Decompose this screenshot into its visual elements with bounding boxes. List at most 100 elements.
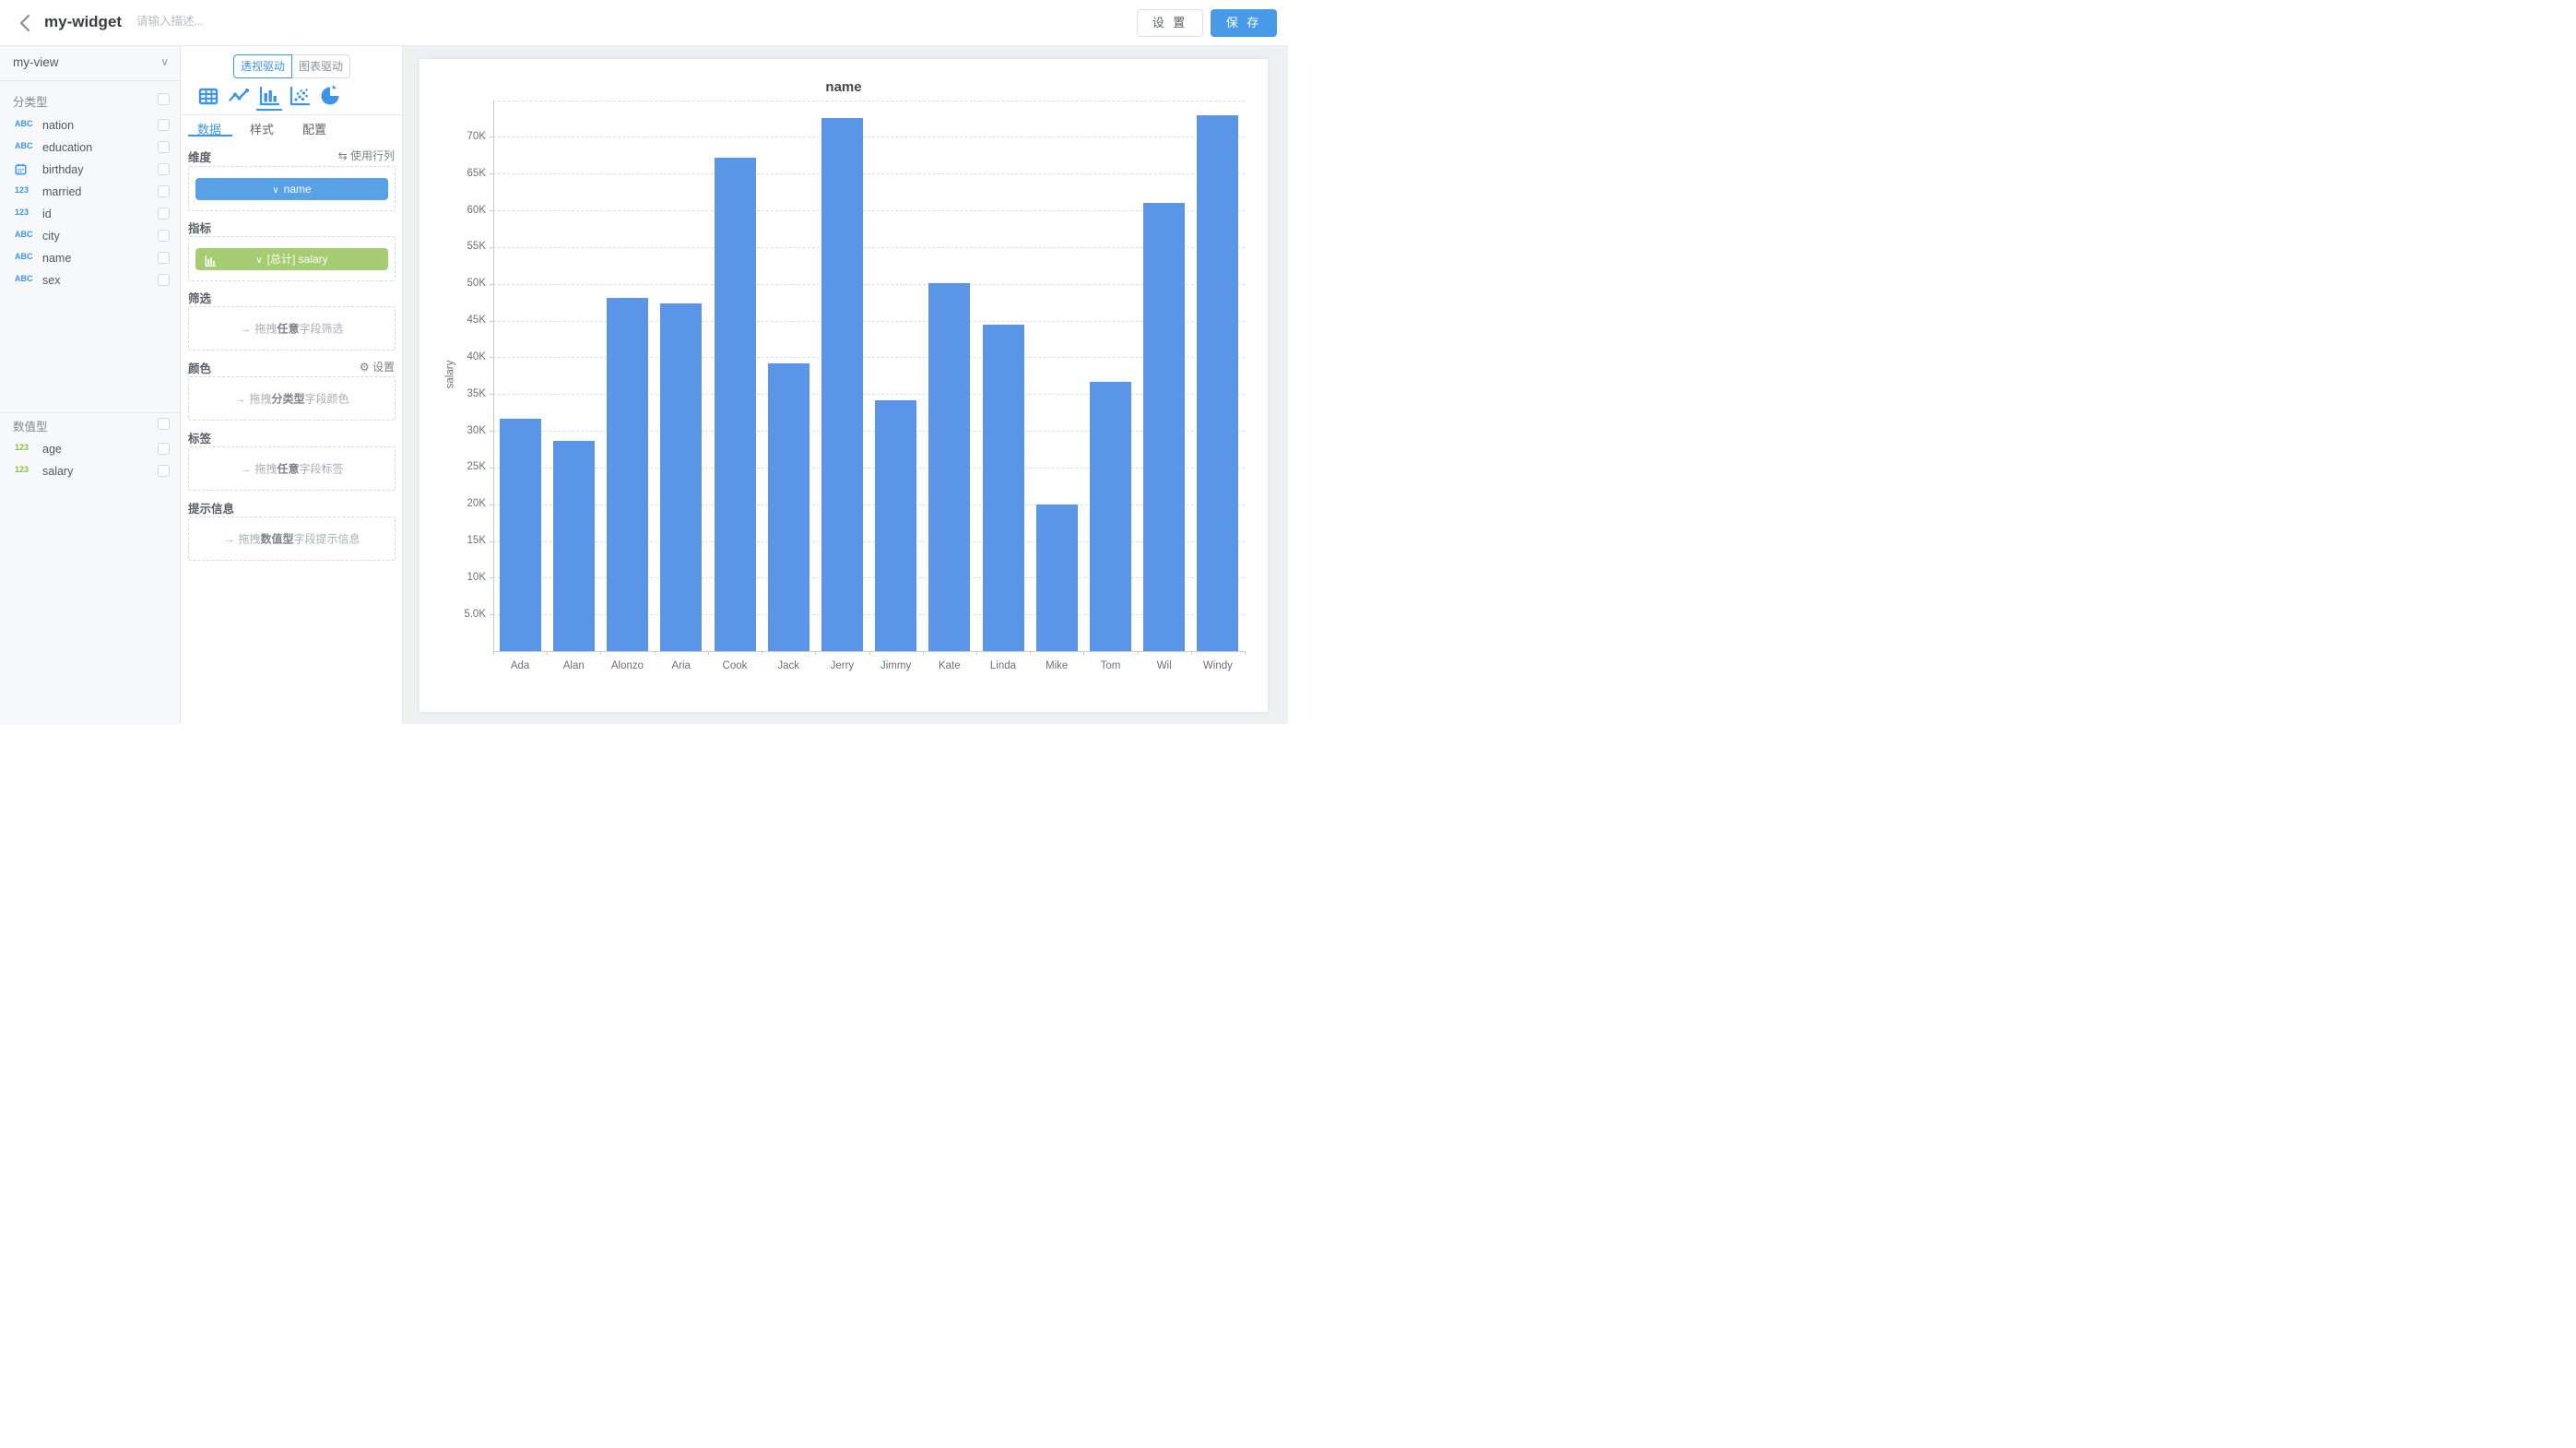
field-checkbox[interactable]: [158, 185, 170, 197]
x-axis-label: Kate: [923, 660, 976, 671]
field-name: name: [42, 252, 71, 265]
back-icon[interactable]: [15, 12, 37, 34]
metric-dropzone[interactable]: ∨[总计] salary: [188, 236, 396, 281]
bar-Jack[interactable]: [768, 363, 809, 651]
bar-Alonzo[interactable]: [607, 298, 648, 651]
y-tick: [490, 136, 493, 137]
mode-pivot-button[interactable]: 透视驱动: [233, 54, 292, 78]
bar-Ada[interactable]: [500, 419, 541, 652]
field-checkbox[interactable]: [158, 208, 170, 220]
field-checkbox[interactable]: [158, 230, 170, 242]
bar-Cook[interactable]: [715, 158, 756, 651]
y-axis-label: 15K: [449, 535, 486, 546]
field-checkbox[interactable]: [158, 443, 170, 455]
filter-dropzone[interactable]: →拖拽任意字段筛选: [188, 306, 396, 350]
line-chart-icon[interactable]: [228, 85, 250, 107]
bar-Aria[interactable]: [660, 303, 702, 651]
swap-icon: ⇆: [338, 149, 350, 162]
field-row-married[interactable]: 123married: [0, 181, 180, 203]
field-checkbox[interactable]: [158, 465, 170, 477]
field-checkbox[interactable]: [158, 141, 170, 153]
bar-Jerry[interactable]: [821, 118, 863, 651]
y-tick: [490, 431, 493, 432]
bar-Kate[interactable]: [928, 283, 970, 651]
tooltip-dropzone[interactable]: →拖拽数值型字段提示信息: [188, 516, 396, 561]
bar-Windy[interactable]: [1197, 115, 1238, 651]
mode-chart-button[interactable]: 图表驱动: [291, 54, 350, 78]
field-row-nation[interactable]: ABCnation: [0, 114, 180, 136]
bar-Alan[interactable]: [553, 441, 595, 651]
chart-canvas: name 5.0K10K15K20K25K30K35K40K45K50K55K6…: [403, 46, 1288, 724]
y-axis-name: salary: [444, 361, 455, 389]
x-axis-label: Alan: [547, 660, 600, 671]
description-input[interactable]: [136, 15, 339, 28]
bar-Linda[interactable]: [983, 325, 1024, 651]
view-selector[interactable]: my-view ∨: [0, 46, 180, 81]
y-axis-label: 70K: [449, 131, 486, 142]
field-row-id[interactable]: 123id: [0, 203, 180, 225]
metric-chip-salary[interactable]: ∨[总计] salary: [195, 248, 388, 270]
bar-Jimmy[interactable]: [875, 400, 916, 651]
field-checkbox[interactable]: [158, 163, 170, 175]
bar-chart-icon[interactable]: [258, 85, 280, 107]
field-section-header: 数值型: [0, 412, 180, 434]
use-rowcol-link[interactable]: ⇆ 使用行列: [338, 148, 395, 163]
chevron-down-icon: ∨: [255, 255, 262, 266]
bar-Tom[interactable]: [1090, 382, 1131, 651]
field-type-icon: 123: [15, 208, 39, 217]
field-checkbox[interactable]: [158, 274, 170, 286]
gridline: [493, 247, 1245, 248]
x-tick: [600, 651, 601, 655]
color-dropzone[interactable]: →拖拽分类型字段颜色: [188, 376, 396, 421]
field-section-label: 分类型: [13, 92, 48, 110]
save-button[interactable]: 保 存: [1211, 9, 1277, 37]
metric-section-label: 指标: [188, 219, 211, 236]
section-checkbox[interactable]: [158, 93, 170, 105]
tab-style[interactable]: 样式: [250, 120, 274, 137]
field-type-icon: ABC: [15, 274, 39, 283]
y-tick: [490, 504, 493, 505]
label-dropzone[interactable]: →拖拽任意字段标签: [188, 446, 396, 491]
settings-button[interactable]: 设 置: [1137, 9, 1203, 37]
arrow-right-icon: →: [234, 393, 245, 406]
scatter-chart-icon[interactable]: [289, 85, 311, 107]
dimension-chip-name[interactable]: ∨name: [195, 178, 388, 200]
color-settings-link[interactable]: ⚙ 设置: [360, 359, 395, 374]
field-row-education[interactable]: ABCeducation: [0, 136, 180, 159]
field-checkbox[interactable]: [158, 252, 170, 264]
gridline: [493, 136, 1245, 137]
field-checkbox[interactable]: [158, 119, 170, 131]
field-row-birthday[interactable]: birthday: [0, 159, 180, 181]
x-tick: [869, 651, 870, 655]
gear-icon: ⚙: [360, 361, 372, 374]
field-row-salary[interactable]: 123salary: [0, 460, 180, 482]
bar-chart-mini-icon: [204, 253, 217, 275]
field-row-age[interactable]: 123age: [0, 438, 180, 460]
arrow-right-icon: →: [240, 463, 251, 476]
field-name: sex: [42, 274, 60, 287]
tooltip-section-label: 提示信息: [188, 499, 234, 516]
field-row-name[interactable]: ABCname: [0, 247, 180, 269]
x-axis-label: Mike: [1030, 660, 1083, 671]
bar-Wil[interactable]: [1143, 203, 1185, 651]
field-name: birthday: [42, 163, 83, 176]
field-row-sex[interactable]: ABCsex: [0, 269, 180, 291]
color-hint: →拖拽分类型字段颜色: [189, 391, 395, 407]
field-type-icon: ABC: [15, 141, 39, 150]
table-chart-icon[interactable]: [197, 85, 219, 107]
bar-Mike[interactable]: [1036, 504, 1078, 651]
field-name: age: [42, 443, 62, 456]
x-tick: [493, 651, 494, 655]
gridline: [493, 173, 1245, 174]
section-checkbox[interactable]: [158, 418, 170, 430]
tab-config[interactable]: 配置: [302, 120, 326, 137]
x-axis-label: Jimmy: [869, 660, 923, 671]
y-axis-label: 20K: [449, 498, 486, 509]
x-tick: [1191, 651, 1192, 655]
field-row-city[interactable]: ABCcity: [0, 225, 180, 247]
bar-chart-plot: 5.0K10K15K20K25K30K35K40K45K50K55K60K65K…: [419, 59, 1268, 712]
pie-chart-icon[interactable]: [319, 85, 341, 107]
x-tick: [547, 651, 548, 655]
x-axis-label: Windy: [1191, 660, 1245, 671]
dimension-dropzone[interactable]: ∨name: [188, 166, 396, 211]
